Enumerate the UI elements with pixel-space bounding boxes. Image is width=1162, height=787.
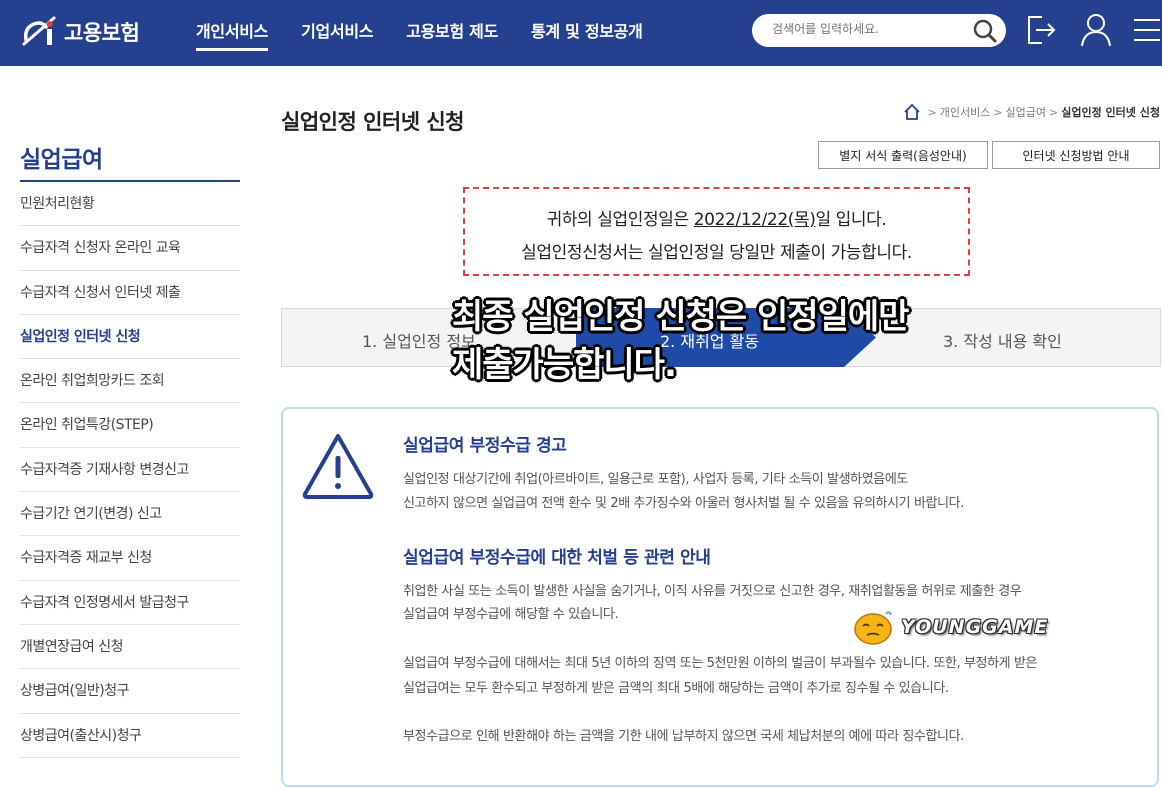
- notice-line-1: 귀하의 실업인정일은 2022/12/22(목)일 입니다.: [546, 210, 887, 230]
- sidebar-item[interactable]: 온라인 취업희망카드 조회: [20, 359, 240, 404]
- sidebar-item[interactable]: 민원처리현황: [20, 182, 240, 227]
- warning-icon: [302, 434, 374, 499]
- step-3: 3. 작성 내용 확인: [943, 332, 1062, 351]
- caption-line-2: 제출가능합니다.: [452, 345, 677, 385]
- main-nav: 개인서비스 기업서비스 고용보험 제도 통계 및 정보공개: [196, 18, 676, 51]
- search-input[interactable]: [772, 22, 962, 36]
- penalty-text-2b: 실업급여는 모두 환수되고 부정하게 받은 금액의 최대 5배에 해당하는 금액…: [403, 681, 949, 696]
- penalty-text-3: 부정수급으로 인해 반환해야 하는 금액을 기한 내에 납부하지 않으면 국세 …: [403, 729, 964, 744]
- recognition-date-notice: 귀하의 실업인정일은 2022/12/22(목)일 입니다. 실업인정신청서는 …: [463, 187, 970, 276]
- site-logo[interactable]: 고용보험: [20, 14, 140, 50]
- watermark: YOUNGGAME: [853, 608, 1048, 646]
- menu-icon[interactable]: [1130, 12, 1162, 48]
- logout-icon[interactable]: [1024, 12, 1058, 48]
- nav-business-services[interactable]: 기업서비스: [301, 18, 373, 51]
- breadcrumb-personal[interactable]: 개인서비스: [940, 104, 991, 120]
- breadcrumb-unemployment[interactable]: 실업급여: [1006, 104, 1046, 120]
- apply-guide-button[interactable]: 인터넷 신청방법 안내: [992, 141, 1160, 169]
- nav-insurance-system[interactable]: 고용보험 제도: [406, 18, 498, 51]
- sidebar-item[interactable]: 수급자격증 기재사항 변경신고: [20, 448, 240, 493]
- sidebar-item[interactable]: 상병급여(출산시)청구: [20, 714, 240, 758]
- notice-line-2: 실업인정신청서는 실업인정일 당일만 제출이 가능합니다.: [521, 243, 912, 263]
- sidebar-item[interactable]: 수급자격증 재교부 신청: [20, 536, 240, 581]
- emoji-face-icon: [854, 611, 892, 645]
- watermark-text: YOUNGGAME: [901, 616, 1049, 638]
- logo-icon: [22, 16, 56, 46]
- page-title: 실업인정 인터넷 신청: [281, 110, 465, 134]
- sidebar-item[interactable]: 개별연장급여 신청: [20, 625, 240, 670]
- penalty-text-2a: 실업급여 부정수급에 대해서는 최대 5년 이하의 징역 또는 5천만원 이하의…: [403, 656, 1038, 671]
- nav-personal-services[interactable]: 개인서비스: [196, 18, 268, 51]
- caption-line-1: 최종 실업인정 신청은 인정일에만: [452, 297, 909, 337]
- warning-text-1a: 실업인정 대상기간에 취업(아르바이트, 일용근로 포함), 사업자 등록, 기…: [403, 472, 908, 487]
- sidebar-item[interactable]: 상병급여(일반)청구: [20, 669, 240, 714]
- sidebar-item[interactable]: 수급기간 연기(변경) 신고: [20, 492, 240, 537]
- breadcrumb: > 개인서비스 > 실업급여 > 실업인정 인터넷 신청: [903, 103, 1160, 121]
- sidebar-item[interactable]: 수급자격 인정명세서 발급청구: [20, 581, 240, 625]
- home-icon[interactable]: [903, 103, 921, 121]
- penalty-text-1a: 취업한 사실 또는 소득이 발생한 사실을 숨기거나, 이직 사유를 거짓으로 …: [403, 584, 1022, 599]
- logo-text: 고용보험: [64, 21, 140, 45]
- recognition-date: 2022/12/22(목): [693, 210, 816, 230]
- search-box: [752, 14, 1006, 47]
- sidebar-item[interactable]: 실업인정 인터넷 신청: [20, 315, 240, 360]
- top-header: 고용보험 개인서비스 기업서비스 고용보험 제도 통계 및 정보공개: [0, 0, 1162, 66]
- search-icon[interactable]: [972, 18, 998, 44]
- penalty-text-1b: 실업급여 부정수급에 해당할 수 있습니다.: [403, 607, 619, 622]
- warning-heading: 실업급여 부정수급 경고: [403, 436, 567, 456]
- sidebar-item[interactable]: 온라인 취업특강(STEP): [20, 403, 240, 448]
- sidebar-menu: 민원처리현황 수급자격 신청자 온라인 교육 수급자격 신청서 인터넷 제출 실업인정…: [20, 182, 240, 758]
- nav-statistics[interactable]: 통계 및 정보공개: [531, 18, 643, 51]
- penalty-heading: 실업급여 부정수급에 대한 처벌 등 관련 안내: [403, 548, 711, 568]
- breadcrumb-current: 실업인정 인터넷 신청: [1061, 106, 1160, 119]
- sidebar-item[interactable]: 수급자격 신청서 인터넷 제출: [20, 271, 240, 315]
- warning-text-1b: 신고하지 않으면 실업급여 전액 환수 및 2배 추가징수와 아울러 형사처벌 …: [403, 496, 964, 511]
- sidebar-item[interactable]: 수급자격 신청자 온라인 교육: [20, 226, 240, 271]
- sidebar-title: 실업급여: [20, 147, 103, 173]
- print-form-button[interactable]: 별지 서식 출력(음성안내): [818, 141, 988, 169]
- user-icon[interactable]: [1079, 12, 1113, 48]
